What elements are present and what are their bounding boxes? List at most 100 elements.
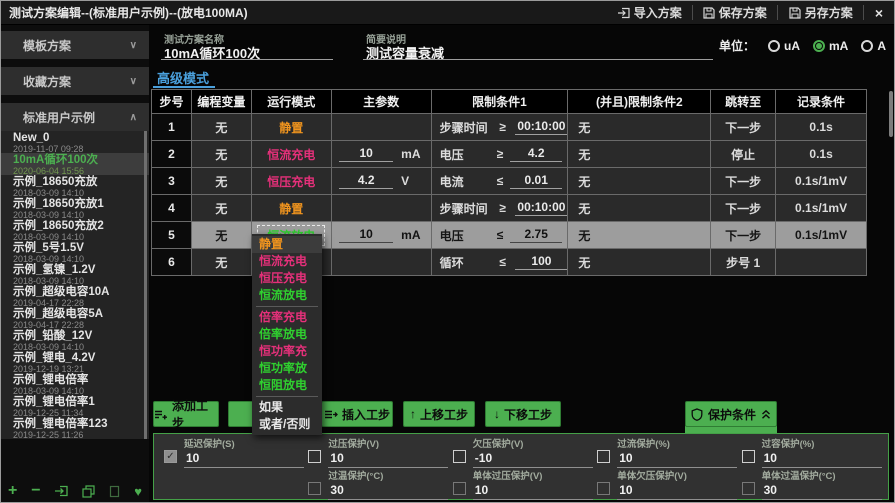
plan-list-item[interactable]: 示例_锂电_4.2V2019-12-19 13:21	[1, 351, 149, 373]
run-mode-cell[interactable]: 恒压充电	[252, 168, 332, 195]
titlebar-action-另存方案[interactable]: 另存方案	[778, 5, 864, 20]
plan-list-item[interactable]: 10mA循环100次2020-06-04 15:56	[1, 153, 149, 175]
unit-option-uA[interactable]: uA	[768, 39, 800, 53]
menu-item-恒阻放电[interactable]: 恒阻放电	[252, 377, 322, 394]
protection-field-input[interactable]: -10	[473, 450, 593, 468]
plan-list-item[interactable]: 示例_超级电容5A2019-04-17 22:28	[1, 307, 149, 329]
radio-icon[interactable]	[861, 40, 873, 52]
titlebar-action-保存方案[interactable]: 保存方案	[693, 5, 778, 20]
run-mode-cell[interactable]: 恒流充电	[252, 141, 332, 168]
protection-field-input[interactable]: 10	[473, 482, 593, 500]
main-param-cell[interactable]: 4.2V	[332, 168, 432, 195]
condition-value-input[interactable]: 4.2	[510, 146, 562, 162]
run-mode-value[interactable]: 静置	[279, 119, 303, 136]
button-上移工步[interactable]: ↑上移工步	[403, 401, 475, 427]
checkbox-icon[interactable]	[453, 482, 466, 495]
limit-condition2-cell[interactable]: 无	[568, 114, 711, 141]
run-mode-value[interactable]: 恒流充电	[267, 146, 315, 163]
record-condition-cell[interactable]: 0.1s	[776, 141, 867, 168]
checkbox-icon[interactable]	[453, 450, 466, 463]
plan-list-item[interactable]: 示例_锂电倍率1232019-12-25 11:26	[1, 417, 149, 439]
main-param-input[interactable]: 10	[339, 146, 393, 162]
limit-condition2-cell[interactable]: 无	[568, 168, 711, 195]
limit-condition1-cell[interactable]: 步骤时间≥00:10:00	[432, 195, 569, 222]
plan-list-item[interactable]: 示例_18650充放2018-03-09 14:10	[1, 175, 149, 197]
plan-list-item[interactable]: 示例_5号1.5V2018-03-09 14:10	[1, 241, 149, 263]
checkbox-checked-icon[interactable]: ✓	[164, 450, 177, 463]
main-param-input[interactable]: 4.2	[339, 173, 393, 189]
protection-field-input[interactable]: 10	[184, 450, 304, 468]
protection-toggle-button[interactable]: 保护条件	[685, 401, 777, 427]
tab-advanced-mode[interactable]: 高级模式	[153, 65, 215, 88]
checkbox-icon[interactable]	[308, 482, 321, 495]
checkbox-icon[interactable]	[742, 482, 755, 495]
menu-item-恒压充电[interactable]: 恒压充电	[252, 270, 322, 287]
checkbox-icon[interactable]	[597, 450, 610, 463]
limit-condition2-cell[interactable]: 无	[568, 222, 711, 249]
limit-condition2-cell[interactable]: 无	[568, 195, 711, 222]
close-icon[interactable]: ×	[864, 5, 894, 21]
menu-item-恒流充电[interactable]: 恒流充电	[252, 253, 322, 270]
program-variable-cell[interactable]: 无	[192, 222, 252, 249]
checkbox-icon[interactable]	[308, 450, 321, 463]
protection-field-input[interactable]: 10	[328, 450, 448, 468]
plan-list-item[interactable]: 示例_锂电倍率2018-03-09 14:10	[1, 373, 149, 395]
program-variable-cell[interactable]: 无	[192, 249, 252, 276]
jump-to-cell[interactable]: 下一步	[711, 168, 776, 195]
sidebar-scrollbar[interactable]	[144, 131, 147, 439]
record-condition-cell[interactable]: 0.1s/1mV	[776, 168, 867, 195]
limit-condition2-cell[interactable]: 无	[568, 249, 711, 276]
main-param-input[interactable]: 10	[339, 227, 393, 243]
jump-to-cell[interactable]: 步号 1	[711, 249, 776, 276]
condition-value-input[interactable]: 100	[515, 254, 567, 270]
protection-field-input[interactable]: 10	[617, 482, 737, 500]
condition-value-input[interactable]: 2.75	[510, 227, 562, 243]
menu-item-倍率充电[interactable]: 倍率充电	[252, 309, 322, 326]
condition-value-input[interactable]: 00:10:00	[515, 119, 567, 135]
plan-list-item[interactable]: New_02019-11-07 09:28	[1, 131, 149, 153]
menu-item-如果[interactable]: 如果	[252, 399, 322, 416]
checkbox-icon[interactable]	[597, 482, 610, 495]
menu-item-恒功率放[interactable]: 恒功率放	[252, 360, 322, 377]
plan-list-item[interactable]: 示例_氢镍_1.2V2018-03-09 14:10	[1, 263, 149, 285]
menu-item-或者/否则[interactable]: 或者/否则	[252, 416, 322, 433]
jump-to-cell[interactable]: 下一步	[711, 114, 776, 141]
titlebar-action-导入方案[interactable]: 导入方案	[607, 5, 693, 20]
menu-item-静置[interactable]: 静置	[252, 236, 322, 253]
button-插入工步[interactable]: 插入工步	[321, 401, 393, 427]
table-scrollbar[interactable]	[889, 91, 893, 137]
limit-condition1-cell[interactable]: 电流≤0.01mA	[432, 168, 569, 195]
main-param-cell[interactable]	[332, 195, 432, 222]
limit-condition1-cell[interactable]: 循环≤100	[432, 249, 569, 276]
plan-list-item[interactable]: 示例_锂电倍率12019-12-25 11:34	[1, 395, 149, 417]
record-condition-cell[interactable]: 0.1s/1mV	[776, 222, 867, 249]
program-variable-cell[interactable]: 无	[192, 168, 252, 195]
record-condition-cell[interactable]: 0.1s/1mV	[776, 195, 867, 222]
sidebar-section-标准用户示例[interactable]: 标准用户示例∧	[1, 103, 149, 131]
unit-option-A[interactable]: A	[861, 39, 886, 53]
jump-to-cell[interactable]: 下一步	[711, 222, 776, 249]
button-下移工步[interactable]: ↓下移工步	[485, 401, 561, 427]
limit-condition1-cell[interactable]: 步骤时间≥00:10:00	[432, 114, 569, 141]
limit-condition1-cell[interactable]: 电压≥4.2V	[432, 141, 569, 168]
main-param-cell[interactable]	[332, 249, 432, 276]
condition-value-input[interactable]: 00:10:00	[515, 200, 567, 216]
plan-list-item[interactable]: 示例_超级电容10A2019-04-17 22:28	[1, 285, 149, 307]
protection-field-input[interactable]: 10	[762, 450, 882, 468]
record-condition-cell[interactable]	[776, 249, 867, 276]
run-mode-value[interactable]: 静置	[279, 200, 303, 217]
program-variable-cell[interactable]: 无	[192, 195, 252, 222]
sidebar-section-收藏方案[interactable]: 收藏方案∨	[1, 67, 149, 95]
limit-condition2-cell[interactable]: 无	[568, 141, 711, 168]
run-mode-cell[interactable]: 静置	[252, 195, 332, 222]
condition-value-input[interactable]: 0.01	[510, 173, 562, 189]
protection-field-input[interactable]: 10	[617, 450, 737, 468]
protection-field-input[interactable]: 30	[762, 482, 882, 500]
record-condition-cell[interactable]: 0.1s	[776, 114, 867, 141]
main-param-cell[interactable]	[332, 114, 432, 141]
main-param-cell[interactable]: 10mA	[332, 222, 432, 249]
plan-list-item[interactable]: 示例_铅酸_12V2018-03-09 14:10	[1, 329, 149, 351]
unit-option-mA[interactable]: mA	[813, 39, 848, 53]
menu-item-恒流放电[interactable]: 恒流放电	[252, 287, 322, 304]
radio-icon[interactable]	[768, 40, 780, 52]
